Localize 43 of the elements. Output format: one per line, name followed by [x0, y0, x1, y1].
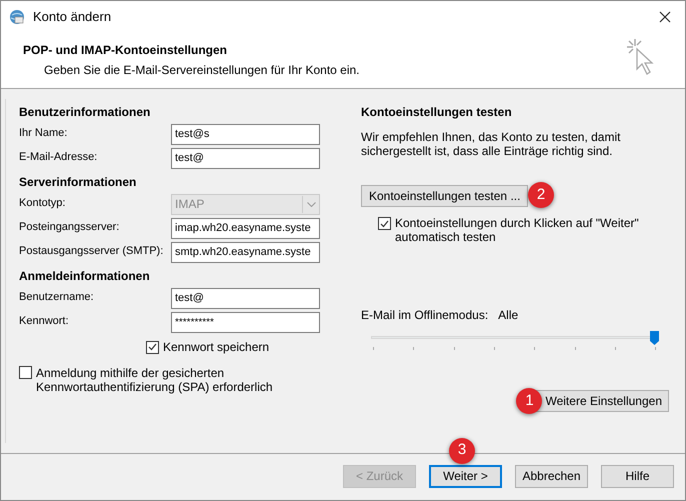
checkbox-label: Kontoeinstellungen durch Klicken auf "Weiter" automatisch testen: [395, 216, 640, 244]
text-field[interactable]: test@: [171, 148, 320, 168]
section-heading: Anmeldeinformationen: [19, 268, 151, 285]
offline-value: Alle: [498, 307, 518, 324]
field-label: Ihr Name:: [19, 126, 68, 141]
section-heading: Kontoeinstellungen testen: [361, 104, 513, 121]
number-badge: 2: [528, 182, 554, 208]
field-label: E-Mail-Adresse:: [19, 150, 98, 165]
field-label: Kennwort:: [19, 314, 70, 329]
checkbox[interactable]: [146, 340, 159, 354]
page-subtitle: Geben Sie die E-Mail-Servereinstellungen für Ihr Konto ein.: [44, 62, 360, 79]
test-description: Wir empfehlen Ihnen, das Konto zu testen, damit sichergestellt ist, dass alle Einträge richtig sind.: [361, 130, 622, 158]
dialog-button[interactable]: Hilfe: [601, 464, 674, 488]
checkbox[interactable]: [378, 217, 391, 230]
offline-label: E-Mail im Offlinemodus:: [361, 307, 488, 324]
text-field[interactable]: test@s: [171, 124, 320, 144]
field-label: Postausgangsserver (SMTP):: [19, 244, 164, 259]
number-badge: 1: [516, 388, 542, 414]
section-heading: Benutzerinformationen: [19, 104, 152, 121]
globe-mail-icon: [9, 8, 25, 24]
checkmark-icon: [380, 220, 389, 228]
checkmark-icon: [148, 343, 157, 351]
slider-thumb[interactable]: [650, 331, 659, 345]
window-title: Konto ändern: [33, 8, 112, 26]
section-heading: Serverinformationen: [19, 174, 138, 191]
close-icon: [659, 10, 671, 22]
checkbox-label: Anmeldung mithilfe der gesicherten Kennwortauthentifizierung (SPA) erforderlich: [36, 366, 274, 394]
field-label: Kontotyp:: [19, 196, 66, 211]
field-label: Posteingangsserver:: [19, 220, 120, 235]
text-field[interactable]: test@: [171, 288, 320, 308]
text-field[interactable]: smtp.wh20.easyname.syste: [171, 242, 320, 262]
dialog-button[interactable]: Weiter >: [429, 464, 502, 488]
chevron-down-icon: [306, 202, 316, 206]
field-label: Benutzername:: [19, 290, 95, 305]
checkbox-label: Kennwort speichern: [163, 339, 270, 356]
dialog-button[interactable]: Abbrechen: [515, 464, 588, 488]
number-badge: 3: [449, 438, 475, 464]
text-field[interactable]: imap.wh20.easyname.syste: [171, 218, 320, 238]
checkbox[interactable]: [19, 366, 32, 379]
password-field[interactable]: **********: [171, 312, 320, 332]
page-heading: POP- und IMAP-Kontoeinstellungen: [23, 42, 228, 59]
more-settings-button[interactable]: Weitere Einstellungen: [534, 390, 669, 412]
test-settings-button[interactable]: Kontoeinstellungen testen ...: [361, 185, 528, 207]
